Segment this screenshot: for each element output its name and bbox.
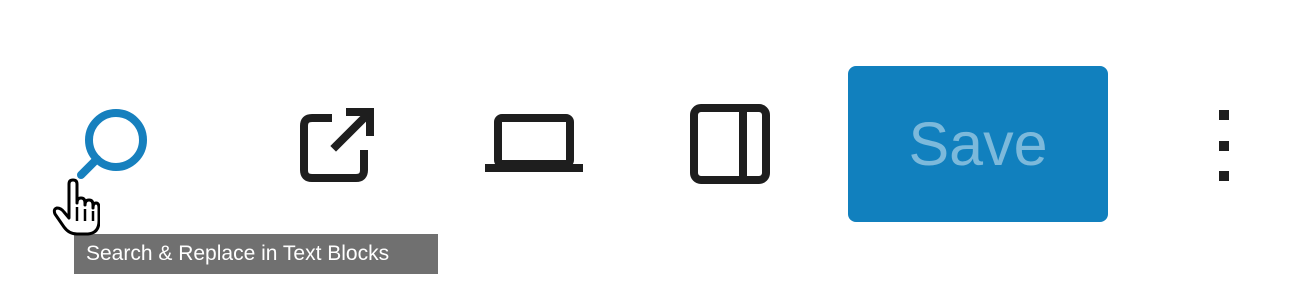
hand-pointer-icon [52, 178, 100, 236]
save-button[interactable]: Save [848, 66, 1108, 222]
search-replace-button[interactable] [72, 104, 154, 186]
search-replace-tooltip: Search & Replace in Text Blocks [74, 234, 438, 274]
menu-dot [1219, 141, 1229, 151]
editor-toolbar: Save Search & Replace in Text Blocks [0, 0, 1304, 292]
laptop-icon [485, 114, 583, 172]
options-menu-button[interactable] [1207, 102, 1241, 190]
settings-sidebar-button[interactable] [688, 102, 772, 186]
external-link-icon [300, 108, 374, 182]
view-post-button[interactable] [296, 102, 380, 186]
menu-dot [1219, 110, 1229, 120]
preview-button[interactable] [484, 108, 584, 178]
sidebar-panel-icon [690, 104, 770, 184]
search-icon [77, 109, 147, 179]
menu-dot [1219, 171, 1229, 181]
